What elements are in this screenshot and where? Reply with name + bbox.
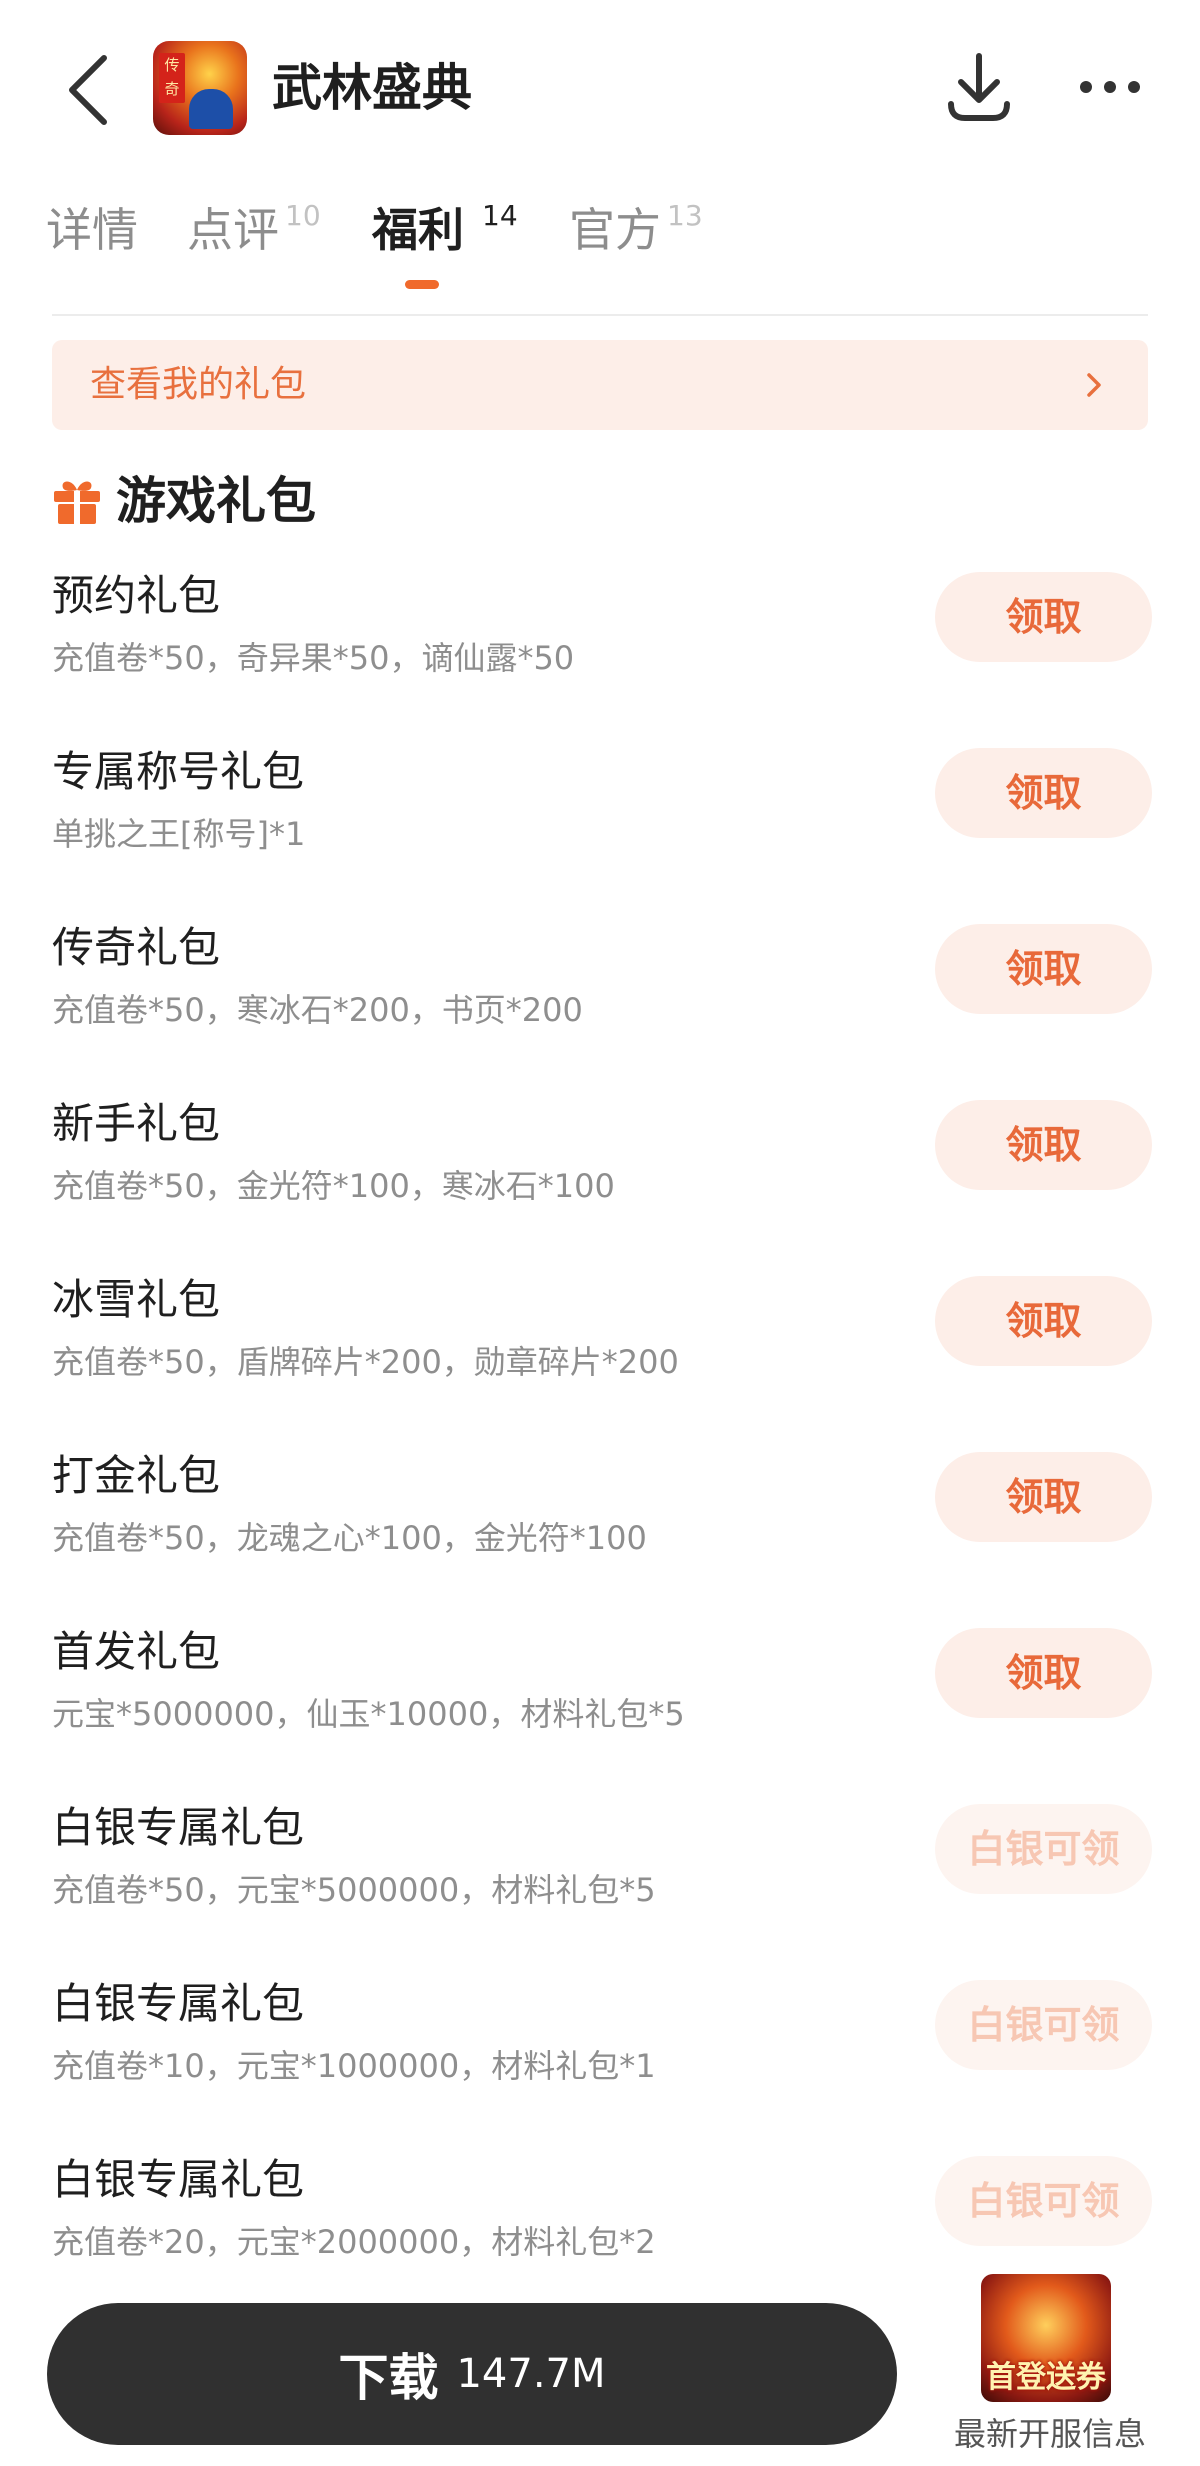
active-tab-indicator bbox=[405, 280, 439, 289]
gift-name: 白银专属礼包 bbox=[52, 2155, 305, 2204]
gift-item: 新手礼包 充值卷*50，金光符*100，寒冰石*100 领取 bbox=[0, 1096, 1200, 1272]
gift-description: 元宝*5000000，仙玉*10000，材料礼包*5 bbox=[52, 1695, 685, 1733]
gift-item: 传奇礼包 充值卷*50，寒冰石*200，书页*200 领取 bbox=[0, 920, 1200, 1096]
my-gifts-link[interactable]: 查看我的礼包 bbox=[52, 340, 1148, 430]
gift-description: 单挑之王[称号]*1 bbox=[52, 815, 306, 853]
tab-count: 14 bbox=[482, 199, 518, 232]
tab-details[interactable]: 详情 bbox=[46, 200, 138, 260]
gift-item: 打金礼包 充值卷*50，龙魂之心*100，金光符*100 领取 bbox=[0, 1448, 1200, 1624]
gift-name: 打金礼包 bbox=[52, 1451, 221, 1500]
gift-item: 预约礼包 充值卷*50，奇异果*50，谪仙露*50 领取 bbox=[0, 568, 1200, 744]
my-gifts-label: 查看我的礼包 bbox=[90, 364, 307, 405]
tab-bar: 详情 点评 10 福利 14 官方 13 bbox=[0, 190, 1200, 310]
gift-item: 首发礼包 元宝*5000000，仙玉*10000，材料礼包*5 领取 bbox=[0, 1624, 1200, 1800]
tab-official[interactable]: 官方 13 bbox=[569, 199, 703, 260]
more-horizontal-icon bbox=[1080, 81, 1140, 93]
section-title: 游戏礼包 bbox=[116, 472, 316, 530]
gift-description: 充值卷*20，元宝*2000000，材料礼包*2 bbox=[52, 2223, 656, 2261]
tab-label: 点评 bbox=[187, 203, 279, 257]
silver-claim-button[interactable]: 白银可领 bbox=[935, 2156, 1152, 2246]
gift-name: 白银专属礼包 bbox=[52, 1803, 305, 1852]
server-promo-badge: 首登送券 bbox=[986, 2360, 1106, 2395]
gift-name: 冰雪礼包 bbox=[52, 1275, 221, 1324]
download-icon bbox=[948, 53, 1010, 121]
gift-item: 白银专属礼包 充值卷*50，元宝*5000000，材料礼包*5 白银可领 bbox=[0, 1800, 1200, 1976]
claim-button[interactable]: 领取 bbox=[935, 572, 1152, 662]
app-title: 武林盛典 bbox=[272, 59, 472, 117]
app-header: 传奇 武林盛典 bbox=[0, 0, 1200, 180]
server-info-button[interactable]: 首登送券 最新开服信息 bbox=[945, 2258, 1155, 2458]
download-button[interactable] bbox=[945, 52, 1013, 124]
app-icon-figure bbox=[189, 89, 233, 129]
gift-description: 充值卷*50，寒冰石*200，书页*200 bbox=[52, 991, 583, 1029]
gift-name: 专属称号礼包 bbox=[52, 747, 305, 796]
back-button[interactable] bbox=[62, 52, 122, 128]
gift-item: 白银专属礼包 充值卷*10，元宝*1000000，材料礼包*1 白银可领 bbox=[0, 1976, 1200, 2152]
gift-description: 充值卷*50，盾牌碎片*200，勋章碎片*200 bbox=[52, 1343, 679, 1381]
claim-button[interactable]: 领取 bbox=[935, 1276, 1152, 1366]
silver-claim-button[interactable]: 白银可领 bbox=[935, 1980, 1152, 2070]
claim-button[interactable]: 领取 bbox=[935, 1628, 1152, 1718]
gift-description: 充值卷*50，奇异果*50，谪仙露*50 bbox=[52, 639, 575, 677]
app-icon: 传奇 bbox=[153, 41, 247, 135]
gift-description: 充值卷*50，元宝*5000000，材料礼包*5 bbox=[52, 1871, 656, 1909]
server-promo-image: 首登送券 bbox=[981, 2274, 1111, 2402]
tab-label: 福利 bbox=[372, 203, 464, 257]
gift-description: 充值卷*10，元宝*1000000，材料礼包*1 bbox=[52, 2047, 656, 2085]
more-button[interactable] bbox=[1078, 72, 1142, 102]
app-icon-seal: 传奇 bbox=[159, 53, 185, 103]
tab-label: 官方 bbox=[569, 203, 661, 257]
divider bbox=[52, 314, 1148, 316]
gift-item: 专属称号礼包 单挑之王[称号]*1 领取 bbox=[0, 744, 1200, 920]
gift-description: 充值卷*50，金光符*100，寒冰石*100 bbox=[52, 1167, 615, 1205]
tab-benefits[interactable]: 福利 14 bbox=[372, 199, 518, 260]
claim-button[interactable]: 领取 bbox=[935, 1452, 1152, 1542]
gift-icon bbox=[54, 481, 100, 524]
claim-button[interactable]: 领取 bbox=[935, 748, 1152, 838]
gift-description: 充值卷*50，龙魂之心*100，金光符*100 bbox=[52, 1519, 647, 1557]
gift-name: 白银专属礼包 bbox=[52, 1979, 305, 2028]
silver-claim-button[interactable]: 白银可领 bbox=[935, 1804, 1152, 1894]
tab-reviews[interactable]: 点评 10 bbox=[187, 199, 321, 260]
claim-button[interactable]: 领取 bbox=[935, 1100, 1152, 1190]
gift-name: 预约礼包 bbox=[52, 571, 221, 620]
chevron-left-icon bbox=[69, 55, 107, 125]
gift-name: 首发礼包 bbox=[52, 1627, 221, 1676]
tab-label: 详情 bbox=[46, 203, 138, 257]
claim-button[interactable]: 领取 bbox=[935, 924, 1152, 1014]
gift-name: 新手礼包 bbox=[52, 1099, 221, 1148]
download-app-button[interactable]: 下载 147.7M bbox=[47, 2303, 897, 2445]
download-size: 147.7M bbox=[456, 2351, 606, 2397]
tab-count: 13 bbox=[667, 199, 703, 232]
chevron-right-icon bbox=[1087, 373, 1101, 397]
gift-name: 传奇礼包 bbox=[52, 923, 221, 972]
tab-count: 10 bbox=[285, 199, 321, 232]
download-label: 下载 bbox=[338, 2349, 439, 2407]
gift-item: 冰雪礼包 充值卷*50，盾牌碎片*200，勋章碎片*200 领取 bbox=[0, 1272, 1200, 1448]
server-info-label: 最新开服信息 bbox=[953, 2415, 1146, 2453]
